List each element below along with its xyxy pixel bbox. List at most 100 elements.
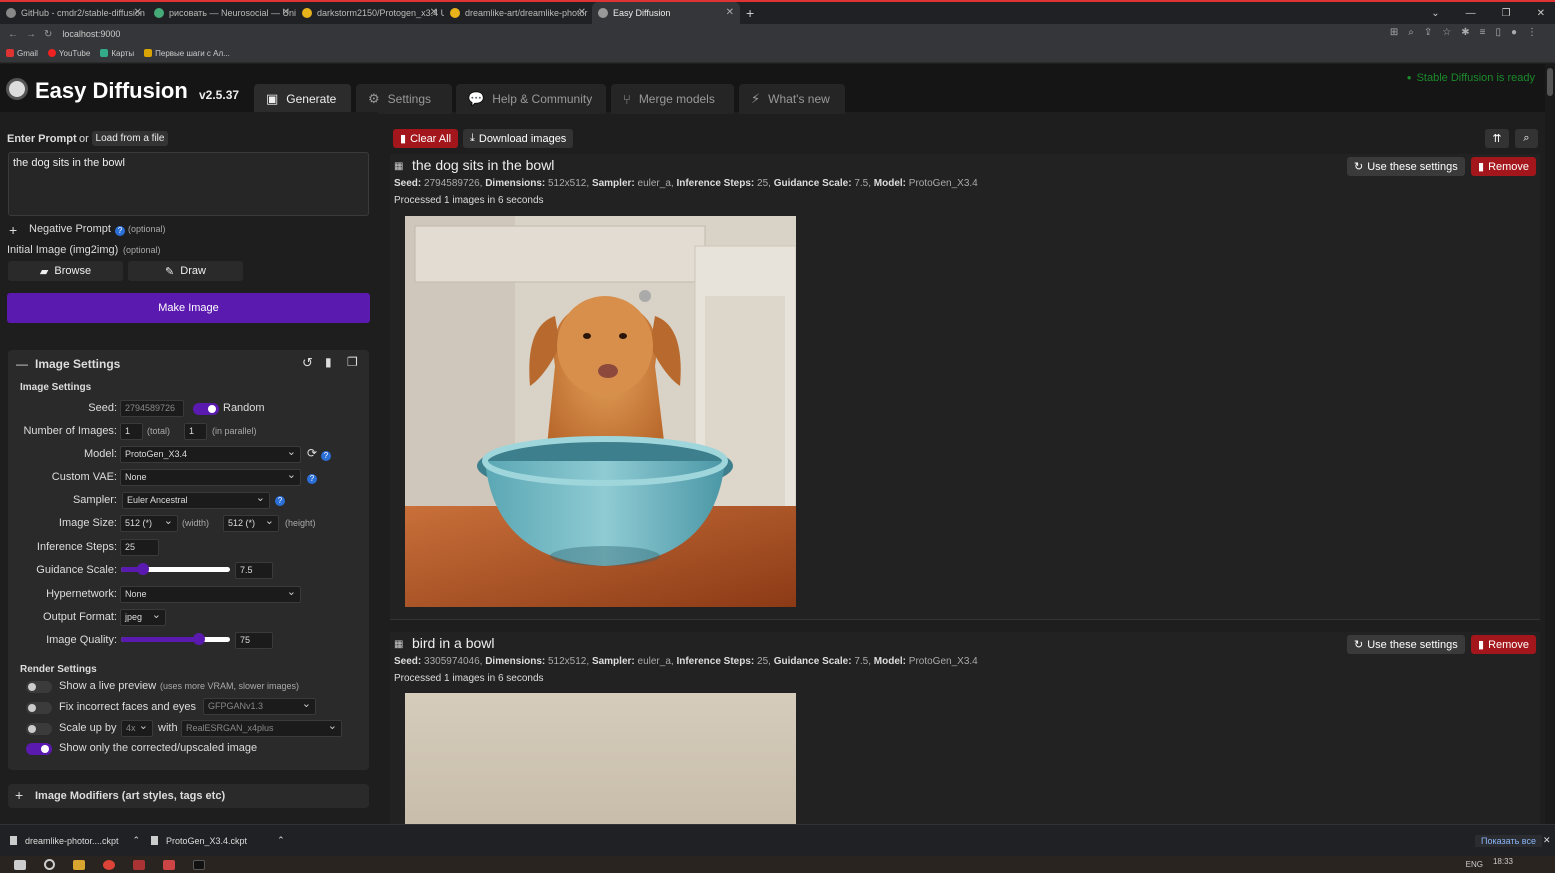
star-icon[interactable]: ☆ [1442, 27, 1451, 38]
bookmark-maps[interactable]: Карты [100, 48, 134, 58]
slider-knob[interactable] [136, 563, 149, 575]
browse-button[interactable]: ▰ Browse [8, 261, 123, 281]
scrollbar-thumb[interactable] [1547, 68, 1553, 96]
close-window-icon[interactable]: ✕ [1537, 8, 1545, 19]
close-icon[interactable]: ✕ [282, 7, 290, 18]
make-image-button[interactable]: Make Image [7, 293, 370, 323]
load-from-file-button[interactable]: Load from a file [92, 131, 168, 146]
generated-image[interactable] [405, 216, 796, 607]
zoom-icon[interactable]: ⌕ [1408, 27, 1414, 38]
chevron-up-icon[interactable]: ⌃ [133, 835, 141, 846]
expand-icon[interactable]: + [9, 222, 17, 238]
collapse-icon[interactable]: — [16, 357, 28, 371]
use-settings-button[interactable]: ↻ Use these settings [1347, 635, 1465, 654]
browser-tab-dreamlike[interactable]: dreamlike-art/dreamlike-photor ✕ [444, 2, 592, 24]
sampler-select[interactable]: Euler Ancestral [122, 492, 270, 509]
show-corrected-toggle[interactable] [26, 743, 52, 755]
search-icon[interactable] [44, 859, 55, 870]
help-icon[interactable]: ? [115, 223, 125, 236]
download-images-button[interactable]: ⤓ Download images [463, 129, 574, 148]
profile-icon[interactable]: ● [1511, 27, 1517, 38]
close-icon[interactable]: ✕ [1543, 835, 1551, 846]
hypernetwork-select[interactable]: None [120, 586, 301, 603]
tab-help-community[interactable]: 💬 Help & Community [456, 84, 606, 114]
close-icon[interactable]: ✕ [726, 7, 734, 18]
use-settings-button[interactable]: ↻ Use these settings [1347, 157, 1465, 176]
num-images-input[interactable]: 1 [120, 423, 143, 440]
translate-icon[interactable]: ⊞ [1390, 27, 1398, 38]
bookmark-youtube[interactable]: YouTube [47, 48, 90, 58]
tab-settings[interactable]: ⚙ Settings [356, 84, 452, 114]
scale-select[interactable]: 4x [121, 720, 153, 737]
parallel-input[interactable]: 1 [184, 423, 207, 440]
expand-icon[interactable]: + [15, 787, 23, 803]
help-icon[interactable]: ? [307, 471, 317, 484]
reset-icon[interactable]: ↺ [302, 355, 313, 371]
url-field[interactable]: localhost:9000 [62, 29, 120, 39]
vae-select[interactable]: None [120, 469, 301, 486]
tab-whats-new[interactable]: ⚡ What's new [739, 84, 845, 114]
chevron-up-icon[interactable]: ⌃ [277, 835, 285, 846]
tab-search-icon[interactable]: ⌄ [1431, 8, 1439, 19]
language-indicator[interactable]: ENG [1466, 860, 1483, 869]
search-button[interactable]: ⌕ [1515, 129, 1538, 148]
show-all-downloads-button[interactable]: Показать все [1475, 835, 1542, 847]
negative-prompt-label[interactable]: Negative Prompt [29, 223, 111, 235]
app-icon[interactable] [163, 859, 175, 870]
download-item[interactable]: ProtoGen_X3.4.ckpt ⌃ [151, 835, 285, 846]
image-modifiers-panel[interactable]: + Image Modifiers (art styles, tags etc) [8, 784, 369, 808]
terminal-icon[interactable] [193, 859, 205, 870]
page-scrollbar[interactable] [1545, 64, 1555, 824]
sidepanel-icon[interactable]: ▯ [1495, 27, 1501, 38]
upscale-toggle[interactable] [26, 723, 52, 735]
tab-merge-models[interactable]: ⑂ Merge models [611, 84, 734, 114]
close-icon[interactable]: ✕ [134, 7, 142, 18]
extensions-icon[interactable]: ✱ [1461, 27, 1469, 38]
tab-generate[interactable]: ▣ Generate [254, 84, 351, 114]
face-model-select[interactable]: GFPGANv1.3 [203, 698, 316, 715]
clear-all-button[interactable]: ▮ Clear All [393, 129, 459, 148]
quality-slider[interactable] [121, 633, 230, 645]
download-item[interactable]: dreamlike-photor....ckpt ⌃ [10, 835, 140, 846]
browser-tab-easy-diffusion[interactable]: Easy Diffusion ✕ [592, 2, 740, 24]
inference-steps-input[interactable]: 25 [120, 539, 159, 556]
close-icon[interactable]: ✕ [578, 7, 586, 18]
clock[interactable]: 18:33 [1493, 857, 1513, 866]
collapse-all-button[interactable]: ⇈ [1485, 129, 1509, 148]
menu-icon[interactable]: ⋮ [1527, 27, 1537, 38]
browser-tab-github[interactable]: GitHub - cmdr2/stable-diffusion ✕ [0, 2, 148, 24]
guidance-slider[interactable] [121, 563, 230, 575]
browser-tab-protogen[interactable]: darkstorm2150/Protogen_x3.4 U ✕ [296, 2, 444, 24]
help-icon[interactable]: ? [275, 493, 285, 506]
remove-button[interactable]: ▮ Remove [1471, 635, 1537, 654]
image-quality-input[interactable]: 75 [235, 632, 273, 649]
copy-icon[interactable]: ❐ [347, 355, 358, 369]
refresh-icon[interactable]: ⟳ [307, 446, 317, 460]
forward-icon[interactable]: → [26, 29, 36, 40]
media-icon[interactable]: ≡ [1480, 27, 1486, 38]
live-preview-toggle[interactable] [26, 681, 52, 693]
grip-icon[interactable]: ▦ [394, 161, 403, 172]
explorer-icon[interactable] [73, 859, 85, 870]
fix-faces-toggle[interactable] [26, 702, 52, 714]
model-select[interactable]: ProtoGen_X3.4 [120, 446, 301, 463]
remove-button[interactable]: ▮ Remove [1471, 157, 1537, 176]
minimize-icon[interactable]: — [1466, 8, 1476, 19]
help-icon[interactable]: ? [321, 448, 331, 461]
grip-icon[interactable]: ▦ [394, 639, 403, 650]
reload-icon[interactable]: ↻ [44, 29, 52, 40]
height-select[interactable]: 512 (*) [223, 515, 279, 532]
upscaler-select[interactable]: RealESRGAN_x4plus [181, 720, 342, 737]
width-select[interactable]: 512 (*) [120, 515, 178, 532]
output-format-select[interactable]: jpeg [120, 609, 166, 626]
close-icon[interactable]: ✕ [430, 7, 438, 18]
seed-input[interactable]: 2794589726 [120, 400, 184, 417]
restore-icon[interactable]: ❐ [1502, 8, 1511, 19]
prompt-input[interactable]: the dog sits in the bowl [8, 152, 369, 216]
bookmark-first-steps[interactable]: Первые шаги с Ал... [144, 48, 230, 58]
start-icon[interactable] [14, 859, 26, 870]
guidance-input[interactable]: 7.5 [235, 562, 273, 579]
back-icon[interactable]: ← [8, 29, 18, 40]
draw-button[interactable]: ✎ Draw [128, 261, 243, 281]
generated-image[interactable] [405, 693, 796, 824]
